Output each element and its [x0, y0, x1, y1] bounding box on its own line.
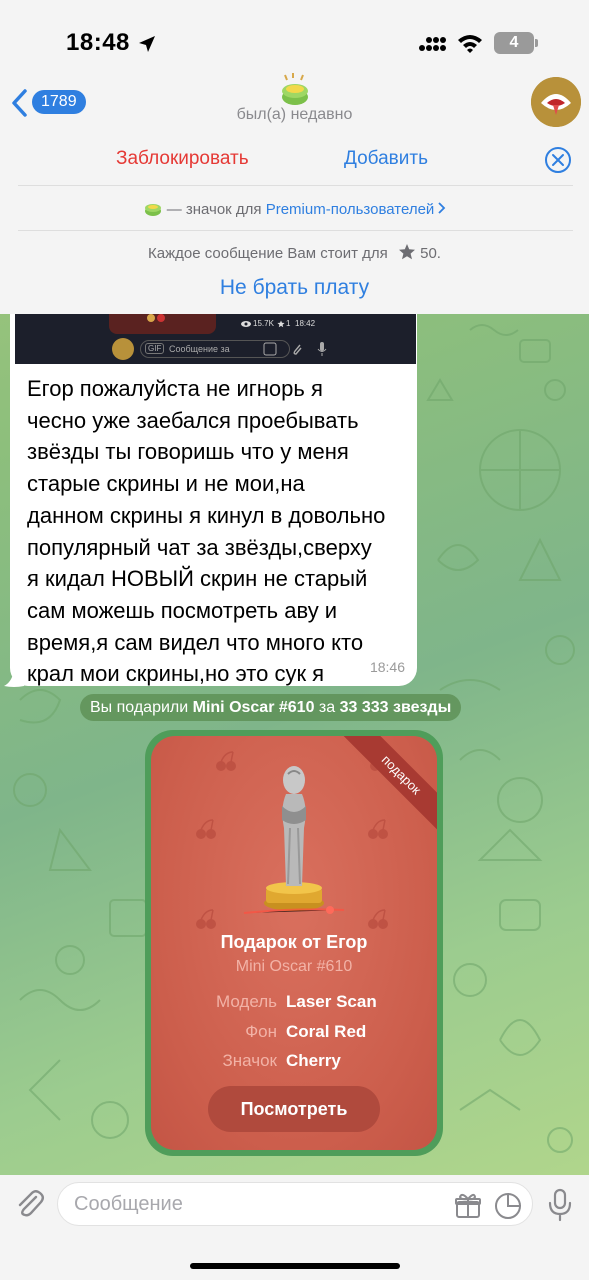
attribute-value: Coral Red — [286, 1022, 367, 1041]
message-line: сам можешь посмотреть аву и — [27, 597, 338, 623]
attribute-key: Фон — [245, 1022, 277, 1041]
message-line: Егор пожалуйста не игнорь я — [27, 376, 323, 401]
status-time: 18:48 — [66, 29, 130, 56]
embedded-views: 15.7K — [253, 319, 274, 328]
attribute-value: Laser Scan — [286, 992, 377, 1011]
block-button[interactable]: Заблокировать — [116, 148, 249, 170]
attribute-key: Значок — [222, 1051, 278, 1070]
embedded-gif-label: GIF — [145, 343, 165, 354]
gift-service-message[interactable]: Вы подарили Mini Oscar #610 за 33 333 зв… — [80, 694, 462, 721]
attribute-key: Модель — [215, 992, 277, 1011]
embedded-views-icon — [241, 321, 251, 327]
embedded-star-icon — [277, 320, 285, 328]
panel-divider — [18, 185, 573, 186]
embedded-command-icon — [263, 342, 277, 356]
message-line: популярный чат за звёзды,сверху — [27, 534, 372, 560]
embedded-mic-icon — [317, 342, 327, 356]
embedded-placeholder: Сообщение за — [169, 344, 230, 354]
message-text: Егор пожалуйста не игнорь я чесно уже за… — [27, 373, 412, 686]
message-line: звёзды ты говоришь что у меня — [27, 439, 349, 465]
chevron-right-icon — [438, 202, 446, 214]
contact-avatar[interactable] — [531, 77, 581, 127]
star-icon — [398, 244, 415, 260]
new-contact-action-panel: Заблокировать Добавить — значок для Prem… — [0, 132, 589, 314]
message-line: время,я сам видел что много кто — [27, 629, 364, 655]
gift-card[interactable]: подарок Подарок от Егор Mini Oscar #610 … — [151, 736, 437, 1150]
avatar-image — [531, 77, 581, 127]
premium-note-prefix: — значок для — [166, 201, 262, 218]
chat-header: 1789 был(а) недавно — [0, 73, 589, 132]
service-gift-name: Mini Oscar #610 — [192, 699, 315, 716]
gift-attribute-row: Значок Cherry — [151, 1051, 437, 1073]
attribute-value: Cherry — [286, 1051, 341, 1070]
panel-divider — [18, 230, 573, 231]
cellular-signal-icon — [419, 37, 446, 51]
wifi-icon — [458, 35, 482, 53]
battery-indicator: 4 — [494, 32, 538, 54]
sticker-icon[interactable] — [494, 1192, 522, 1220]
home-indicator — [190, 1263, 400, 1269]
message-line: данном скрины я кинул в довольно — [27, 502, 386, 528]
service-middle: за — [318, 699, 336, 716]
contact-status: был(а) недавно — [236, 106, 353, 123]
message-line: крал мои скрины,но это сук я — [27, 661, 325, 686]
premium-emoji-status-icon[interactable] — [279, 73, 311, 107]
gift-attribute-row: Модель Laser Scan — [151, 992, 437, 1014]
no-charge-button[interactable]: Не брать плату — [0, 276, 589, 300]
pay-amount: 50. — [420, 245, 441, 262]
microphone-icon[interactable] — [547, 1188, 573, 1222]
view-gift-button[interactable]: Посмотреть — [208, 1086, 380, 1132]
message-line: я кидал НОВЫЙ скрин не старый — [27, 566, 368, 592]
status-bar: 18:48 4 — [0, 0, 589, 80]
gift-message[interactable]: подарок Подарок от Егор Mini Oscar #610 … — [145, 730, 443, 1156]
close-panel-icon[interactable] — [544, 146, 572, 174]
message-line: чесно уже заебался проебывать — [27, 407, 359, 433]
message-time: 18:46 — [369, 659, 405, 675]
gift-attribute-row: Фон Coral Red — [151, 1022, 437, 1044]
premium-badge-note[interactable]: — значок для Premium-пользователей — [0, 200, 589, 218]
oscar-statuette-image — [243, 766, 345, 914]
paid-messages-notice: Каждое сообщение Вам стоит для 50. — [0, 244, 589, 262]
embedded-screenshot-image[interactable]: 15.7K 1 18:42 GIF Сообщение за — [15, 314, 416, 364]
service-amount: 33 333 звезды — [339, 699, 452, 716]
message-line: старые скрины и не мои,на — [27, 471, 305, 497]
gift-icon[interactable] — [454, 1192, 482, 1220]
incoming-message-bubble[interactable]: 15.7K 1 18:42 GIF Сообщение за Егор пожа… — [10, 314, 417, 686]
premium-link[interactable]: Premium-пользователей — [266, 201, 435, 218]
location-arrow-icon — [139, 36, 155, 52]
embedded-attach-icon — [293, 344, 302, 355]
message-field[interactable] — [57, 1182, 533, 1226]
service-prefix: Вы подарили — [90, 699, 189, 716]
paperclip-icon[interactable] — [12, 1187, 46, 1221]
pay-notice-text: Каждое сообщение Вам стоит для — [148, 245, 388, 262]
embedded-avatar — [112, 338, 134, 360]
gift-title: Подарок от Егор — [220, 932, 368, 952]
premium-emoji-icon — [144, 204, 161, 216]
embedded-time: 18:42 — [295, 319, 316, 328]
gift-subtitle: Mini Oscar #610 — [235, 958, 353, 975]
message-input[interactable] — [74, 1189, 444, 1219]
embedded-badge-icon — [147, 314, 165, 322]
embedded-stars: 1 — [286, 319, 291, 328]
message-input-bar — [0, 1175, 589, 1280]
add-contact-button[interactable]: Добавить — [344, 148, 428, 170]
